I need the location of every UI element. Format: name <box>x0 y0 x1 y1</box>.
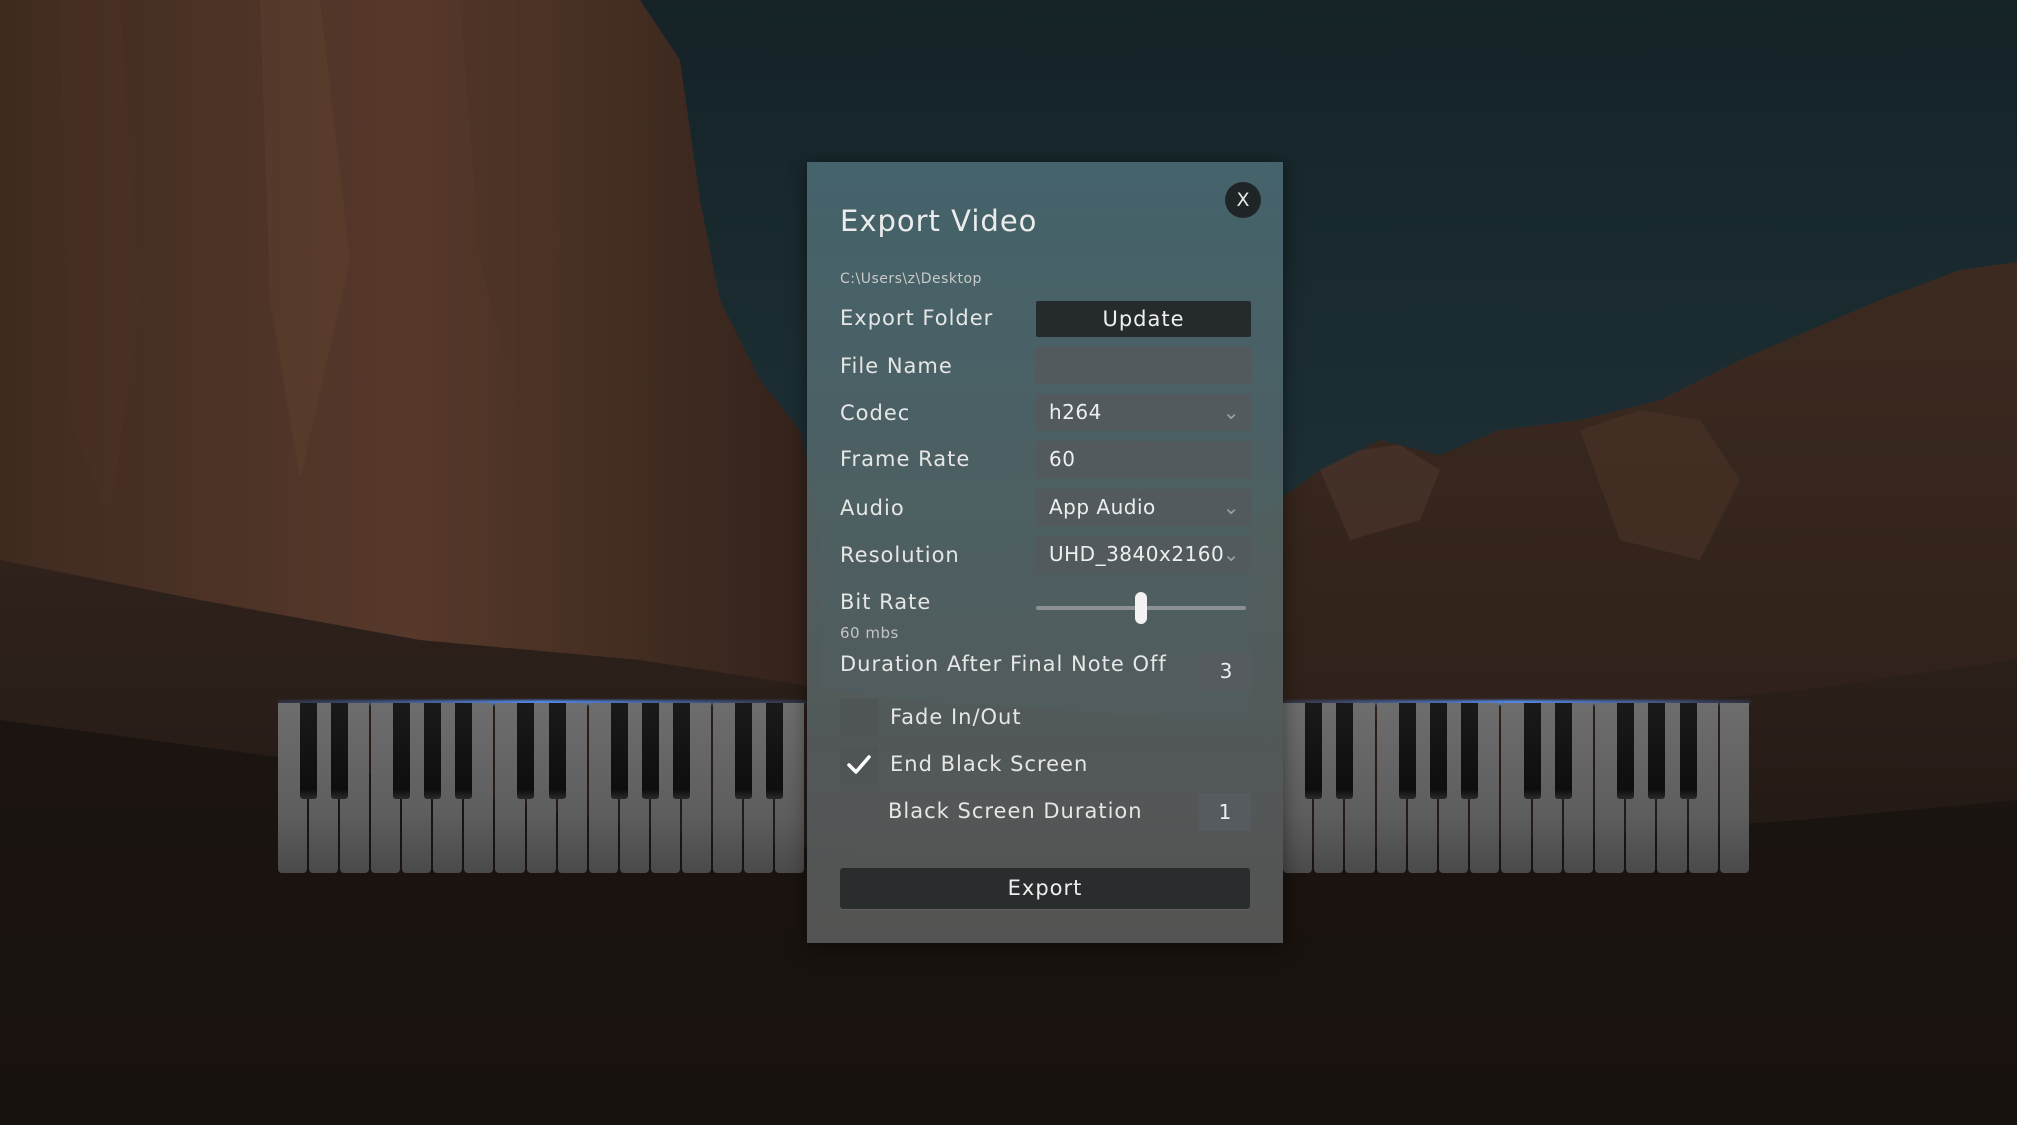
chevron-down-icon: ⌄ <box>1222 542 1240 566</box>
dialog-title: Export Video <box>840 204 1038 238</box>
piano-keyboard-left <box>278 700 806 873</box>
piano-black-key <box>331 703 349 799</box>
piano-white-key <box>1719 703 1750 873</box>
piano-black-key <box>734 703 752 799</box>
frame-rate-label: Frame Rate <box>840 447 971 471</box>
fade-label: Fade In/Out <box>890 705 1022 729</box>
file-name-input[interactable] <box>1035 347 1252 384</box>
piano-black-key <box>455 703 473 799</box>
black-screen-duration-label: Black Screen Duration <box>888 799 1143 823</box>
export-folder-path: C:\Users\z\Desktop <box>840 271 982 287</box>
piano-black-key <box>1430 703 1447 799</box>
close-icon: X <box>1236 189 1250 211</box>
codec-dropdown[interactable]: h264 ⌄ <box>1035 394 1252 431</box>
piano-black-key <box>393 703 411 799</box>
resolution-value: UHD_3840x2160 <box>1049 542 1225 566</box>
black-screen-duration-input[interactable]: 1 <box>1199 793 1251 831</box>
fade-checkbox[interactable] <box>840 699 878 737</box>
end-black-screen-label: End Black Screen <box>890 752 1089 776</box>
piano-black-key <box>1523 703 1541 799</box>
piano-black-key <box>1679 703 1697 799</box>
piano-black-key <box>424 703 442 799</box>
bit-rate-value: 60 mbs <box>840 624 899 642</box>
frame-rate-input[interactable]: 60 <box>1035 441 1252 478</box>
codec-value: h264 <box>1049 400 1102 424</box>
piano-black-key <box>1617 703 1635 799</box>
piano-black-key <box>548 703 566 799</box>
codec-label: Codec <box>840 401 911 425</box>
piano-black-key <box>641 703 659 799</box>
close-button[interactable]: X <box>1225 182 1261 218</box>
export-video-dialog: X Export Video C:\Users\z\Desktop Export… <box>807 162 1283 943</box>
file-name-label: File Name <box>840 354 953 378</box>
piano-black-key <box>1554 703 1572 799</box>
piano-white-keys <box>278 703 806 873</box>
duration-label: Duration After Final Note Off <box>840 652 1167 676</box>
audio-dropdown[interactable]: App Audio ⌄ <box>1035 489 1252 526</box>
piano-black-key <box>1398 703 1416 799</box>
piano-black-key <box>517 703 535 799</box>
export-folder-label: Export Folder <box>840 306 994 330</box>
piano-keyboard-right <box>1283 700 1751 873</box>
export-button[interactable]: Export <box>840 868 1250 909</box>
piano-black-key <box>672 703 690 799</box>
piano-black-key <box>765 703 783 799</box>
audio-value: App Audio <box>1049 495 1156 519</box>
piano-black-key <box>1305 703 1323 799</box>
piano-black-key <box>1461 703 1479 799</box>
audio-label: Audio <box>840 496 905 520</box>
piano-black-key <box>1648 703 1666 799</box>
end-black-screen-checkbox[interactable] <box>840 747 878 785</box>
resolution-dropdown[interactable]: UHD_3840x2160 ⌄ <box>1035 536 1252 573</box>
bit-rate-slider-thumb[interactable] <box>1135 592 1147 624</box>
chevron-down-icon: ⌄ <box>1222 400 1240 424</box>
checkmark-icon <box>847 755 871 774</box>
piano-black-key <box>610 703 628 799</box>
piano-black-key <box>300 703 318 799</box>
piano-black-key <box>1336 703 1354 799</box>
update-button[interactable]: Update <box>1036 301 1251 337</box>
chevron-down-icon: ⌄ <box>1222 495 1240 519</box>
bit-rate-label: Bit Rate <box>840 590 932 614</box>
resolution-label: Resolution <box>840 543 960 567</box>
duration-input[interactable]: 3 <box>1200 652 1252 690</box>
